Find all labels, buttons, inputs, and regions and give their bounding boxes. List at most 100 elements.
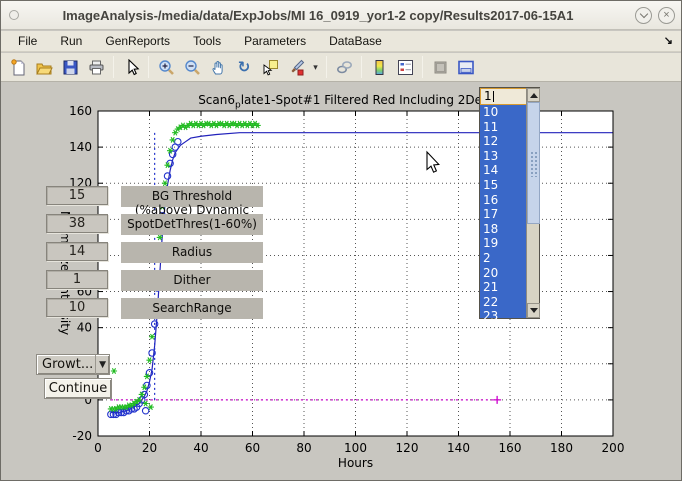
chain-link-icon xyxy=(336,59,353,76)
new-file-button[interactable] xyxy=(6,55,30,79)
data-asterisks-marker xyxy=(149,334,155,339)
dropdown-item[interactable]: 13 xyxy=(480,149,527,164)
arrow-cursor-icon xyxy=(123,59,140,76)
spotdetthres-input[interactable]: 38 xyxy=(46,214,108,233)
dropdown-item[interactable]: 18 xyxy=(480,222,527,237)
legend-icon xyxy=(397,59,414,76)
data-asterisks-marker xyxy=(108,406,114,411)
print-button[interactable] xyxy=(84,55,108,79)
rotate-3d-icon: ↻ xyxy=(238,58,251,76)
data-asterisks-marker xyxy=(200,123,206,128)
hide-plot-tools-button[interactable] xyxy=(428,55,452,79)
dropdown-item[interactable]: 11 xyxy=(480,120,527,135)
data-asterisks-marker xyxy=(180,123,186,128)
floppy-icon xyxy=(62,59,79,76)
bg-threshold-input[interactable]: 15 xyxy=(46,186,108,205)
data-asterisks-marker xyxy=(136,397,142,402)
dropdown-item[interactable]: 23 xyxy=(480,309,527,320)
dropdown-item[interactable]: 2 xyxy=(480,251,527,266)
toolbar: ↻ ▾ xyxy=(1,53,681,82)
rotate-3d-button[interactable]: ↻ xyxy=(232,55,256,79)
menu-database[interactable]: DataBase xyxy=(326,32,385,50)
select-cursor-button[interactable] xyxy=(119,55,143,79)
data-asterisks-marker xyxy=(255,123,261,128)
toolbar-separator xyxy=(148,56,149,78)
menu-parameters[interactable]: Parameters xyxy=(241,32,309,50)
data-asterisks-marker xyxy=(172,130,178,135)
baseline-plus-marker xyxy=(493,396,501,404)
shade-window-button[interactable] xyxy=(635,7,652,24)
scroll-up-button[interactable] xyxy=(527,88,540,102)
dropdown-item[interactable]: 17 xyxy=(480,207,527,222)
scrollbar-grip xyxy=(530,151,537,177)
data-circles-marker xyxy=(108,411,114,417)
dropdown-item[interactable]: 21 xyxy=(480,280,527,295)
scroll-down-button[interactable] xyxy=(527,303,540,318)
data-cursor-button[interactable] xyxy=(258,55,282,79)
spot-number-dropdown: 10111213141516171819220212223 1 xyxy=(479,87,540,319)
dropdown-item[interactable]: 12 xyxy=(480,134,527,149)
data-asterisks-marker xyxy=(249,123,255,128)
menu-bar: File Run GenReports Tools Parameters Dat… xyxy=(1,31,681,52)
data-asterisks-marker xyxy=(252,121,258,126)
window-menu-button[interactable] xyxy=(9,10,19,20)
undock-arrow-icon[interactable]: ↘ xyxy=(664,34,673,47)
zoom-in-button[interactable] xyxy=(154,55,178,79)
data-circles-marker xyxy=(133,404,139,410)
searchrange-input[interactable]: 10 xyxy=(46,298,108,317)
brush-icon xyxy=(288,59,305,76)
growth-popup-menu[interactable]: Growt... ▼ xyxy=(36,354,110,375)
insert-legend-button[interactable] xyxy=(393,55,417,79)
save-button[interactable] xyxy=(58,55,82,79)
brush-menu-caret-button[interactable]: ▾ xyxy=(310,55,321,79)
dropdown-item[interactable]: 15 xyxy=(480,178,527,193)
data-asterisks-marker xyxy=(244,123,250,128)
data-asterisks-marker xyxy=(229,121,235,126)
hide-plot-tools-icon xyxy=(432,59,449,76)
data-asterisks-marker xyxy=(242,121,248,126)
data-asterisks-marker xyxy=(141,385,147,390)
dropdown-scrollbar[interactable] xyxy=(526,88,539,318)
pan-button[interactable] xyxy=(206,55,230,79)
caret-down-icon: ▾ xyxy=(313,62,318,73)
menu-run[interactable]: Run xyxy=(57,32,85,50)
dock-figure-button[interactable] xyxy=(454,55,478,79)
close-window-button[interactable]: × xyxy=(658,7,675,24)
link-plots-button[interactable] xyxy=(332,55,356,79)
zoom-out-button[interactable] xyxy=(180,55,204,79)
dropdown-item[interactable]: 14 xyxy=(480,163,527,178)
data-asterisks-marker xyxy=(175,126,181,131)
y-tick-label: 160 xyxy=(69,104,92,118)
radius-input[interactable]: 14 xyxy=(46,242,108,261)
data-circles-marker xyxy=(131,406,137,412)
window-title: ImageAnalysis-/media/data/ExpJobs/MI 16_… xyxy=(1,8,635,23)
data-circles-marker xyxy=(110,411,116,417)
x-axis-label: Hours xyxy=(338,456,373,470)
brush-data-button[interactable] xyxy=(284,55,308,79)
data-asterisks-marker xyxy=(126,403,132,408)
x-tick-label: 60 xyxy=(245,441,260,455)
triangle-up-icon xyxy=(530,89,538,98)
dropdown-list: 10111213141516171819220212223 xyxy=(480,105,527,320)
data-asterisks-marker xyxy=(123,404,129,409)
data-asterisks-marker xyxy=(213,123,219,128)
dropdown-item[interactable]: 10 xyxy=(480,105,527,120)
y-tick-label: -20 xyxy=(72,429,92,443)
menu-genreports[interactable]: GenReports xyxy=(102,32,173,50)
menu-file[interactable]: File xyxy=(15,32,40,50)
dropdown-item[interactable]: 20 xyxy=(480,266,527,281)
dropdown-item[interactable]: 16 xyxy=(480,193,527,208)
menu-tools[interactable]: Tools xyxy=(190,32,224,50)
data-asterisks-marker xyxy=(237,121,243,126)
insert-colorbar-button[interactable] xyxy=(367,55,391,79)
open-file-button[interactable] xyxy=(32,55,56,79)
data-circles-marker xyxy=(128,406,134,412)
dropdown-item[interactable]: 22 xyxy=(480,295,527,310)
continue-button[interactable]: Continue xyxy=(44,378,112,399)
dither-input[interactable]: 1 xyxy=(46,270,108,289)
data-circles-marker xyxy=(167,160,173,166)
dropdown-item[interactable]: 19 xyxy=(480,236,527,251)
scrollbar-thumb[interactable] xyxy=(527,102,540,224)
data-asterisks-marker xyxy=(234,123,240,128)
data-asterisks-marker xyxy=(139,392,145,397)
